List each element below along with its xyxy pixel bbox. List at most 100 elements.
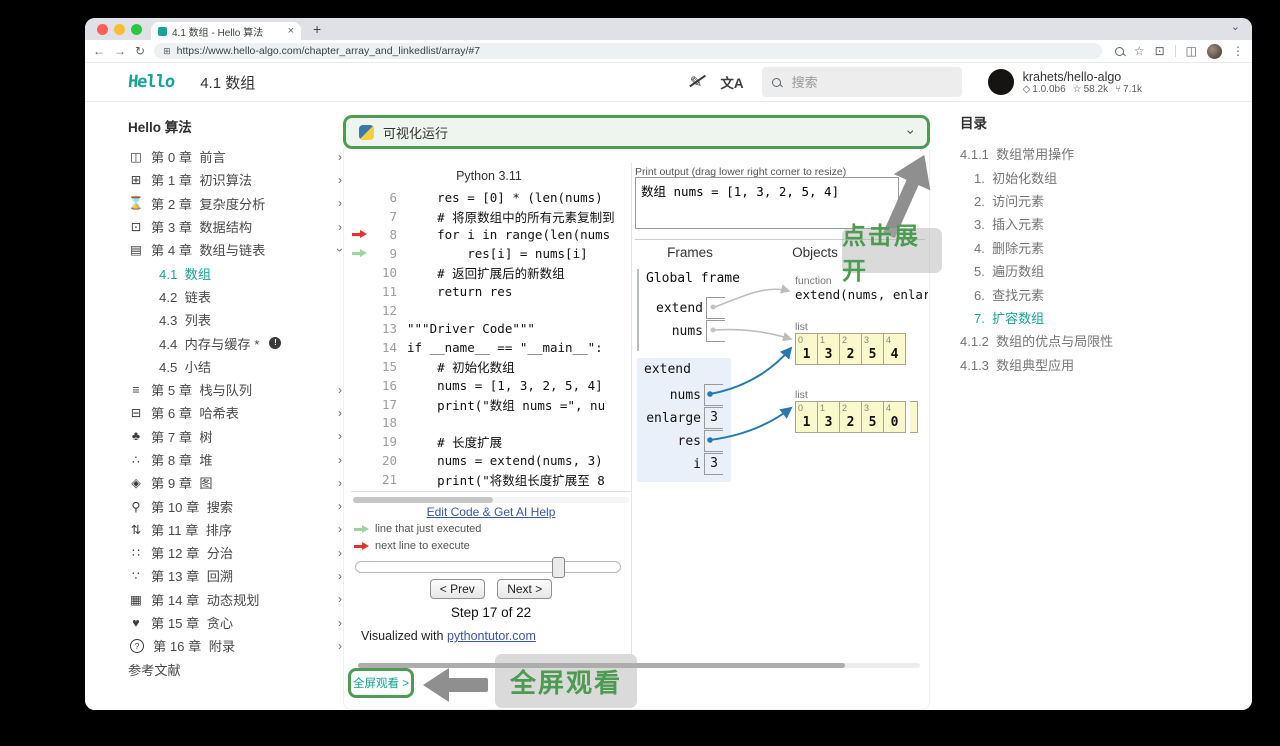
side-panel-icon[interactable]: ◫	[1186, 44, 1197, 58]
slider-thumb[interactable]	[552, 557, 565, 578]
viz-collapse-header[interactable]: 可视化运行 ›	[343, 115, 930, 149]
new-tab-button[interactable]: +	[313, 21, 321, 37]
object-type-label: function	[795, 275, 832, 287]
prev-button[interactable]: < Prev	[429, 579, 485, 599]
sidebar-item-label: 第 13 章 回溯	[151, 569, 234, 585]
close-window-button[interactable]	[97, 24, 108, 35]
sidebar-item[interactable]: 4.5 小结 ›	[128, 355, 348, 378]
extensions-icon[interactable]: ⊡	[1155, 44, 1165, 58]
bookmark-star-icon[interactable]: ☆	[1134, 44, 1145, 58]
chevron-icon[interactable]: ›	[338, 569, 342, 583]
address-field[interactable]: ⊞ https://www.hello-algo.com/chapter_arr…	[154, 43, 1102, 59]
sidebar-item[interactable]: ∷ 第 12 章 分治 ›	[128, 541, 348, 564]
line-number: 15	[381, 359, 397, 375]
sidebar-item[interactable]: ⇅ 第 11 章 排序 ›	[128, 518, 348, 541]
chevron-icon[interactable]: ›	[338, 499, 342, 513]
menu-dots-icon[interactable]: ⋮	[1232, 44, 1244, 58]
sidebar-item[interactable]: ◈ 第 9 章 图 ›	[128, 471, 348, 494]
sidebar-item-label: 第 6 章 哈希表	[151, 406, 239, 422]
sidebar-item[interactable]: 4.3 列表 ›	[128, 308, 348, 331]
minimize-window-button[interactable]	[114, 24, 125, 35]
sidebar-item[interactable]: ♣ 第 7 章 树 ›	[128, 425, 348, 448]
var-name: nums	[671, 323, 703, 339]
chevron-icon[interactable]: ›	[338, 639, 342, 653]
sidebar-item[interactable]: 4.1 数组 ›	[128, 261, 348, 284]
edit-disabled-icon[interactable]: ✎	[690, 73, 703, 91]
toc-item[interactable]: 2. 访问元素	[960, 189, 1210, 212]
toc-item[interactable]: 3. 插入元素	[960, 212, 1210, 235]
browser-tab[interactable]: 4.1 数组 - Hello 算法 ×	[151, 22, 301, 40]
chevron-icon[interactable]: ›	[338, 196, 342, 210]
chevron-icon[interactable]: ›	[338, 546, 342, 560]
toc-item[interactable]: 5. 遍历数组	[960, 259, 1210, 282]
code-line: 7 # 将原数组中的所有元素复制到	[351, 207, 631, 226]
sidebar-item[interactable]: 参考文献 ›	[128, 658, 348, 681]
chevron-icon[interactable]: ›	[338, 173, 342, 187]
chevron-icon[interactable]: ›	[338, 429, 342, 443]
edit-code-link[interactable]: Edit Code & Get AI Help	[343, 505, 639, 519]
search-input[interactable]	[789, 73, 952, 91]
cell-value: 3	[824, 415, 833, 430]
sidebar-item[interactable]: ⊟ 第 6 章 哈希表 ›	[128, 401, 348, 424]
tab-search-icon[interactable]: ⌄	[1231, 20, 1240, 33]
chevron-icon[interactable]: ›	[338, 522, 342, 536]
sidebar-item[interactable]: 4.2 链表 ›	[128, 285, 348, 308]
line-number: 16	[381, 377, 397, 393]
zoom-icon[interactable]	[1114, 46, 1124, 56]
sidebar-item-label: 4.3 列表	[159, 313, 212, 329]
sidebar-item[interactable]: ⌛ 第 2 章 复杂度分析 ›	[128, 192, 348, 215]
sidebar-item[interactable]: ⊞ 第 1 章 初识算法 ›	[128, 168, 348, 191]
toc-item[interactable]: 4.1.2 数组的优点与局限性	[960, 329, 1210, 352]
sidebar-item[interactable]: ▤ 第 4 章 数组与链表 ›	[128, 238, 348, 261]
list-cell: 2 2	[839, 401, 862, 433]
toc-item[interactable]: 4. 删除元素	[960, 236, 1210, 259]
sidebar-item[interactable]: ⊡ 第 3 章 数据结构 ›	[128, 215, 348, 238]
fullscreen-window-button[interactable]	[131, 24, 142, 35]
forward-icon[interactable]: →	[114, 44, 126, 58]
search-box[interactable]	[761, 67, 962, 97]
chevron-icon[interactable]: ›	[338, 592, 342, 606]
hello-algo-logo[interactable]: Hello	[127, 72, 175, 92]
fullscreen-link[interactable]: 全屏观看 >	[348, 668, 414, 698]
next-button[interactable]: Next >	[497, 579, 553, 599]
translate-icon[interactable]: 文A	[720, 72, 743, 92]
chevron-icon[interactable]: ›	[338, 406, 342, 420]
code-text: res = [0] * (len(nums)	[407, 189, 603, 205]
scrollbar-thumb[interactable]	[353, 497, 493, 503]
chevron-icon[interactable]: ›	[338, 476, 342, 490]
sidebar-item[interactable]: ⚲ 第 10 章 搜索 ›	[128, 494, 348, 517]
site-info-icon[interactable]: ⊞	[163, 46, 171, 57]
sidebar-item[interactable]: ▦ 第 14 章 动态规划 ›	[128, 588, 348, 611]
reload-icon[interactable]: ↻	[135, 44, 145, 58]
step-slider[interactable]	[355, 557, 621, 578]
chevron-icon[interactable]: ›	[338, 220, 342, 234]
profile-avatar[interactable]	[1207, 43, 1222, 59]
code-line: 21 print("将数组长度扩展至 8	[351, 470, 631, 489]
sidebar-item[interactable]: 4.4 内存与缓存 * ! ›	[128, 331, 348, 354]
toc-item[interactable]: 4.1.3 数组典型应用	[960, 353, 1210, 376]
pythontutor-link[interactable]: pythontutor.com	[447, 629, 536, 643]
toc-item[interactable]: 7. 扩容数组	[960, 306, 1210, 329]
visualization-panel: 可视化运行 › Python 3.11 6 res = [0] * (len(n…	[343, 115, 942, 710]
sidebar-item[interactable]: ♥ 第 15 章 贪心 ›	[128, 611, 348, 634]
cell-value: 3	[824, 347, 833, 362]
chevron-icon[interactable]: ›	[338, 616, 342, 630]
sidebar-item[interactable]: ∴ 第 8 章 堆 ›	[128, 448, 348, 471]
github-repo-link[interactable]: krahets/hello-algo ◇ 1.0.0b6 ☆ 58.2k ⑂ 7.1k	[987, 69, 1142, 95]
chevron-icon[interactable]: ›	[338, 383, 342, 397]
toc-item[interactable]: 6. 查找元素	[960, 282, 1210, 305]
chevron-icon[interactable]: ›	[338, 453, 342, 467]
toc-item[interactable]: 1. 初始化数组	[960, 165, 1210, 188]
code-text: nums = [1, 3, 2, 5, 4]	[407, 377, 603, 393]
sidebar-item[interactable]: ? 第 16 章 附录 ›	[128, 634, 348, 657]
chevron-icon[interactable]: ›	[338, 150, 342, 164]
back-icon[interactable]: ←	[93, 44, 105, 58]
chevron-down-icon[interactable]: ›	[904, 130, 920, 135]
sidebar-item[interactable]: ◫ 第 0 章 前言 ›	[128, 145, 348, 168]
sidebar-item[interactable]: ≡ 第 5 章 栈与队列 ›	[128, 378, 348, 401]
toc-item-label: 5. 遍历数组	[974, 264, 1045, 280]
sidebar-item[interactable]: ∵ 第 13 章 回溯 ›	[128, 564, 348, 587]
close-tab-icon[interactable]: ×	[288, 26, 294, 37]
toc-item[interactable]: 4.1.1 数组常用操作	[960, 142, 1210, 165]
code-horizontal-scrollbar[interactable]	[353, 497, 629, 503]
